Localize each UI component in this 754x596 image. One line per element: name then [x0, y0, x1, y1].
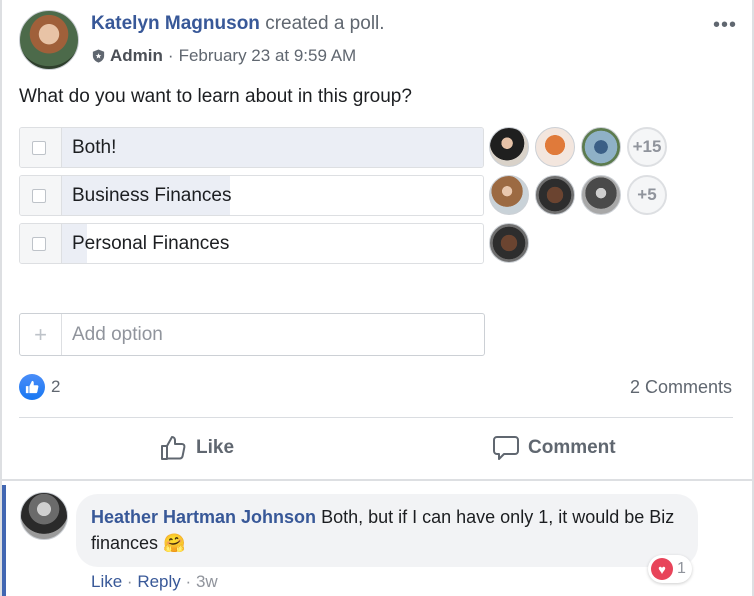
poll-option-label: Both!: [72, 137, 117, 158]
poll-option-label: Business Finances: [72, 185, 232, 206]
voter-avatar[interactable]: [489, 175, 529, 215]
reaction-summary[interactable]: 2: [19, 374, 60, 400]
commenter-name-link[interactable]: Heather Hartman Johnson: [91, 507, 316, 527]
author-name-link[interactable]: Katelyn Magnuson: [91, 13, 260, 34]
separator: ·: [126, 572, 133, 591]
voter-avatar[interactable]: [489, 223, 529, 263]
voter-avatar[interactable]: [489, 127, 529, 167]
shield-icon: [92, 49, 105, 63]
comment-age[interactable]: 3w: [196, 572, 218, 591]
love-reaction-icon: ♥: [651, 558, 673, 580]
voter-avatar[interactable]: [535, 127, 575, 167]
poll-option-checkbox[interactable]: [32, 141, 46, 155]
like-count: 2: [51, 377, 61, 396]
admin-badge: Admin: [110, 46, 163, 65]
comment-reactions[interactable]: ♥ 1: [648, 555, 692, 583]
poll-option-checkbox[interactable]: [32, 237, 46, 251]
more-voters-button[interactable]: +15: [627, 127, 667, 167]
comment-button[interactable]: Comment: [492, 435, 616, 461]
poll-option-checkbox[interactable]: [32, 189, 46, 203]
poll-voters: +5: [489, 175, 667, 215]
poll-option[interactable]: Business Finances: [19, 175, 484, 216]
post-meta: Admin · February 23 at 9:59 AM: [91, 46, 356, 66]
comment-highlight-bar: [2, 485, 6, 596]
comment-like-link[interactable]: Like: [91, 572, 122, 591]
like-reaction-icon: [19, 374, 45, 400]
comment-reply-link[interactable]: Reply: [137, 572, 180, 591]
commenter-avatar[interactable]: [20, 492, 68, 540]
like-button[interactable]: Like: [160, 435, 234, 461]
voter-avatar[interactable]: [535, 175, 575, 215]
comment-bubble-icon: [493, 436, 519, 460]
add-option-field[interactable]: +: [19, 313, 485, 356]
comments-divider: [2, 479, 752, 481]
voter-avatar[interactable]: [581, 175, 621, 215]
add-option-input[interactable]: [72, 314, 472, 355]
more-voters-button[interactable]: +5: [627, 175, 667, 215]
comment-reaction-count: 1: [677, 560, 686, 577]
comment-actions: Like · Reply · 3w: [91, 572, 218, 592]
poll-result-bar: [62, 128, 483, 167]
comments-count-link[interactable]: 2 Comments: [630, 377, 732, 398]
divider: [19, 417, 733, 418]
post-timestamp[interactable]: February 23 at 9:59 AM: [179, 46, 357, 66]
poll-question: What do you want to learn about in this …: [19, 86, 412, 107]
plus-icon: +: [20, 314, 62, 355]
meta-separator: ·: [167, 46, 174, 65]
like-button-label: Like: [196, 437, 235, 458]
hugging-face-emoji-icon: 🤗: [163, 533, 186, 553]
author-avatar[interactable]: [19, 10, 79, 70]
separator: ·: [185, 572, 192, 591]
post-header: Katelyn Magnuson created a poll.: [91, 13, 385, 35]
comment-bubble: Heather Hartman Johnson Both, but if I c…: [76, 494, 698, 567]
poll-voters: [489, 223, 529, 263]
poll-option-label: Personal Finances: [72, 233, 230, 254]
post-action-text: created a poll.: [265, 13, 385, 34]
poll-option[interactable]: Both!: [19, 127, 484, 168]
poll-voters: +15: [489, 127, 667, 167]
thumbs-up-icon: [161, 436, 186, 460]
more-options-icon[interactable]: •••: [713, 14, 737, 37]
voter-avatar[interactable]: [581, 127, 621, 167]
poll-option[interactable]: Personal Finances: [19, 223, 484, 264]
comment-button-label: Comment: [528, 437, 616, 458]
